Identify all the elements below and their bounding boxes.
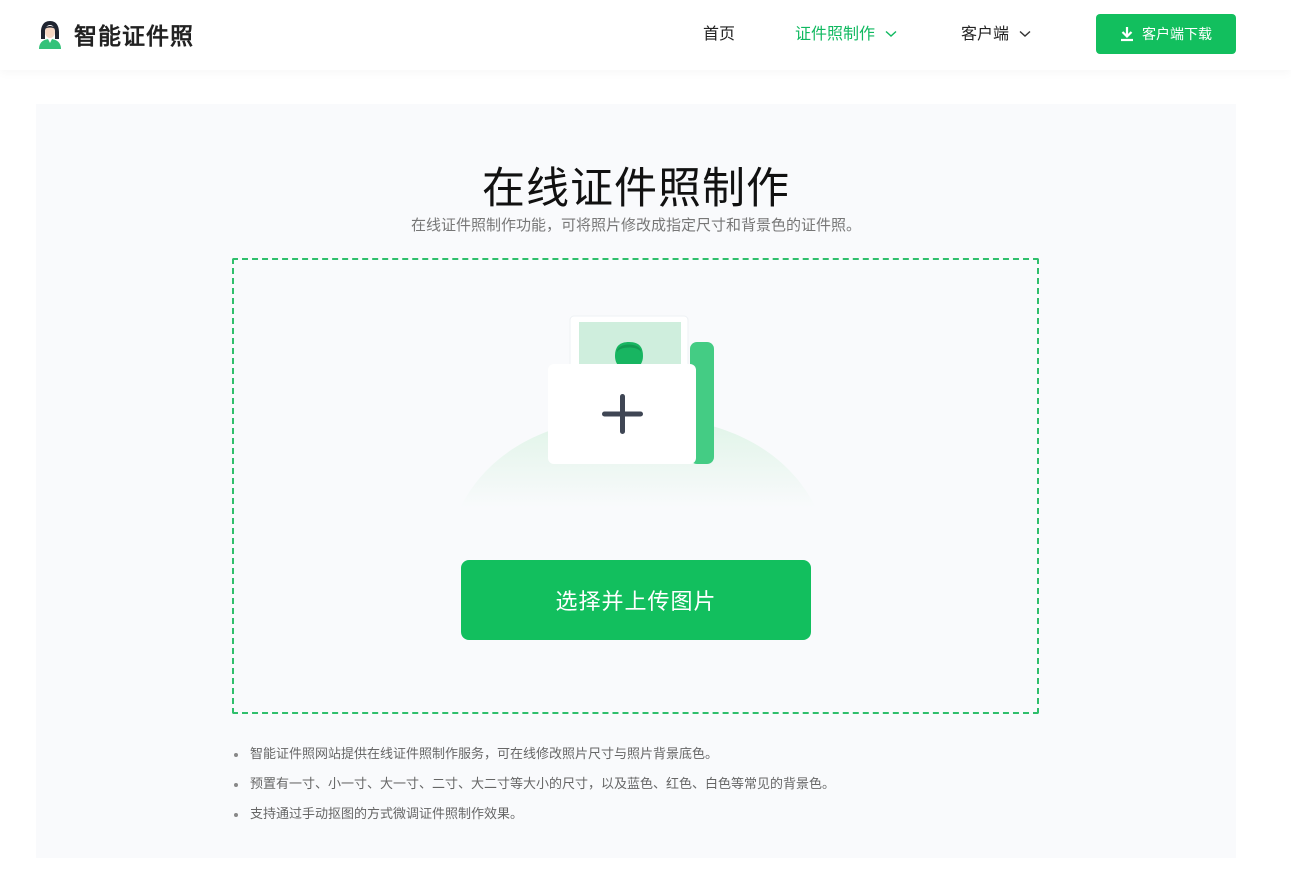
top-header: 智能证件照 首页 证件照制作 客户端 客户端下载 [0,0,1291,70]
select-upload-image-button[interactable]: 选择并上传图片 [461,560,811,640]
list-item: 预置有一寸、小一寸、大一寸、二寸、大二寸等大小的尺寸，以及蓝色、红色、白色等常见… [234,770,1134,800]
list-item: 支持通过手动抠图的方式微调证件照制作效果。 [234,800,1134,830]
page-title: 在线证件照制作 [482,164,790,214]
nav-home-label: 首页 [703,24,736,43]
nav-home[interactable]: 首页 [703,22,735,46]
upload-button-label: 选择并上传图片 [555,590,717,615]
logo-avatar-icon [39,21,61,49]
feature-notes-list: 智能证件照网站提供在线证件照制作服务，可在线修改照片尺寸与照片背景底色。 预置有… [234,740,1134,830]
list-item: 智能证件照网站提供在线证件照制作服务，可在线修改照片尺寸与照片背景底色。 [234,740,1134,770]
upload-illustration [460,315,816,508]
chevron-down-icon [1019,30,1031,37]
nav-id-photo-make[interactable]: 证件照制作 [795,22,897,46]
main-card: 在线证件照制作 在线证件照制作功能，可将照片修改成指定尺寸和背景色的证件照。 选… [36,104,1236,858]
site-logo[interactable]: 智能证件照 [36,16,194,52]
nav-make-label: 证件照制作 [795,24,876,43]
nav-client[interactable]: 客户端 [961,22,1031,46]
upload-drop-zone[interactable]: 选择并上传图片 [232,258,1039,714]
chevron-down-icon [885,30,897,37]
page-subtitle: 在线证件照制作功能，可将照片修改成指定尺寸和背景色的证件照。 [410,216,861,234]
download-icon [1121,27,1133,42]
logo-text: 智能证件照 [74,24,194,50]
nav-client-label: 客户端 [961,24,1010,43]
download-label: 客户端下载 [1142,27,1212,43]
client-download-button[interactable]: 客户端下载 [1096,14,1236,54]
